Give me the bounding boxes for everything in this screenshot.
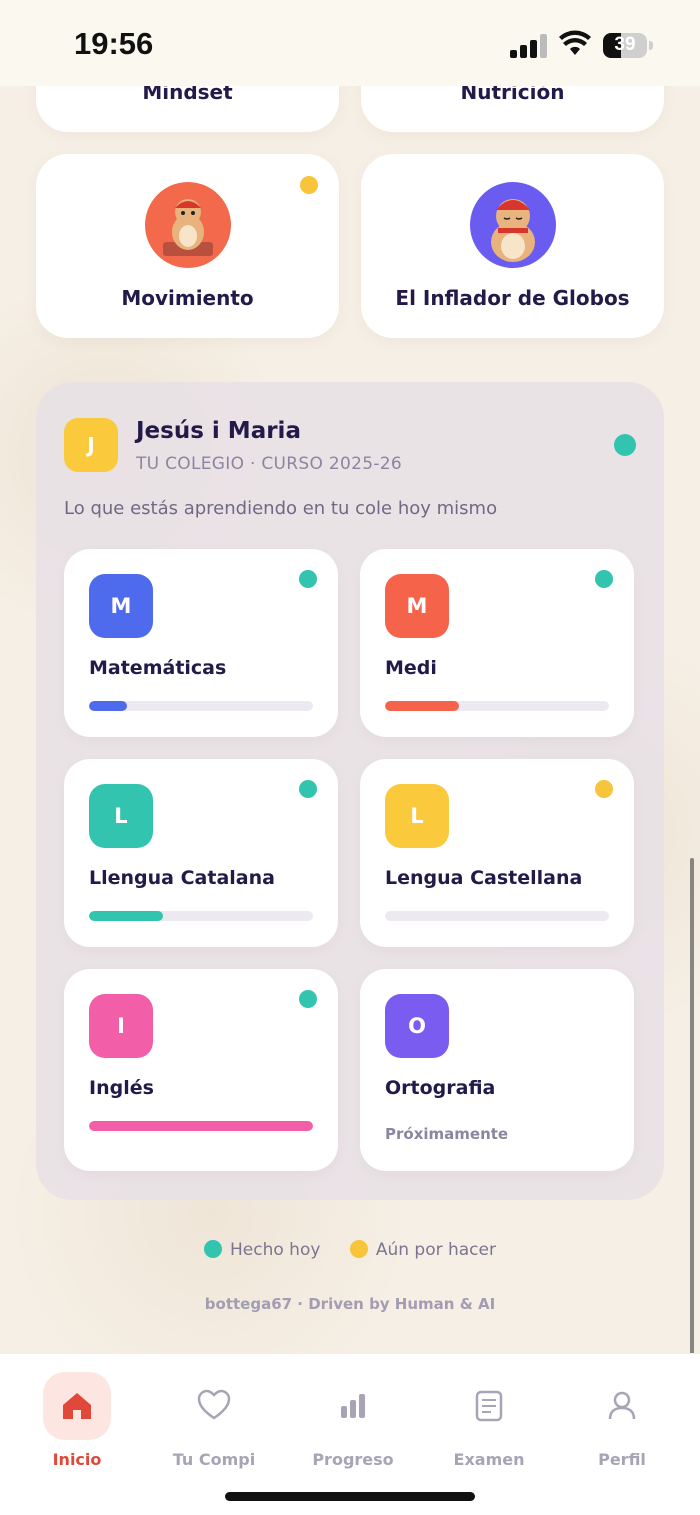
tab-label: Perfil [598, 1450, 646, 1469]
subject-card-ortografia[interactable]: O Ortografia Próximamente [360, 969, 634, 1171]
school-description: Lo que estás aprendiendo en tu cole hoy … [64, 498, 498, 519]
legend-done-label: Hecho hoy [230, 1240, 321, 1260]
subject-card-ingles[interactable]: I Inglés [64, 969, 338, 1171]
school-panel: J Jesús i Maria TU COLEGIO · CURSO 2025-… [36, 382, 664, 1200]
tab-perfil[interactable]: Perfil [567, 1372, 677, 1469]
scrollbar[interactable] [690, 858, 694, 1356]
home-icon [43, 1372, 111, 1440]
tab-inicio[interactable]: Inicio [22, 1372, 132, 1469]
progress-track [89, 701, 313, 711]
tab-label: Inicio [52, 1450, 102, 1469]
subject-card-medi[interactable]: M Medi [360, 549, 634, 737]
card-movimiento[interactable]: Movimiento [36, 154, 339, 338]
subject-letter-badge: M [385, 574, 449, 638]
tab-label: Progreso [312, 1450, 394, 1469]
legend-pending: Aún por hacer [349, 1240, 496, 1260]
subject-letter-badge: I [89, 994, 153, 1058]
progress-bar [385, 701, 459, 711]
subject-letter-badge: L [89, 784, 153, 848]
progress-bar [89, 701, 128, 711]
tab-tu-compi[interactable]: Tu Compi [159, 1372, 269, 1469]
subject-name: Ortografia [385, 1077, 496, 1099]
user-icon [588, 1372, 656, 1440]
bar-chart-icon [319, 1372, 387, 1440]
home-indicator[interactable] [225, 1492, 475, 1501]
progress-bar [89, 1121, 313, 1131]
done-legend-dot [204, 1240, 223, 1258]
tab-bar: Inicio Tu Compi Progreso Examen Perfil [0, 1353, 700, 1515]
progress-track [385, 701, 609, 711]
done-status-dot [614, 434, 636, 456]
tab-progreso[interactable]: Progreso [298, 1372, 408, 1469]
done-status-dot [299, 780, 317, 798]
legend-pending-label: Aún por hacer [375, 1240, 496, 1260]
pending-legend-dot [349, 1240, 368, 1258]
wifi-icon [559, 30, 591, 55]
tab-examen[interactable]: Examen [434, 1372, 544, 1469]
tab-label: Tu Compi [172, 1450, 256, 1469]
document-icon [455, 1372, 523, 1440]
hamster-exercise-avatar [144, 182, 231, 268]
subject-letter-badge: M [89, 574, 153, 638]
legend-done: Hecho hoy [204, 1240, 320, 1260]
card-title: El Inflador de Globos [395, 286, 630, 310]
progress-bar [89, 911, 163, 921]
status-bar: 19:56 39 [0, 0, 700, 86]
subject-name: Matemáticas [89, 657, 227, 679]
subject-name: Lengua Castellana [385, 867, 583, 889]
status-time: 19:56 [74, 26, 154, 61]
battery-icon: 39 [603, 33, 647, 58]
card-inflador-globos[interactable]: El Inflador de Globos [361, 154, 664, 338]
subject-letter-badge: L [385, 784, 449, 848]
subject-name: Inglés [89, 1077, 154, 1099]
pending-status-dot [595, 780, 613, 798]
subject-name: Llengua Catalana [89, 867, 275, 889]
heart-icon [180, 1372, 248, 1440]
subject-letter-badge: O [385, 994, 449, 1058]
status-legend: Hecho hoy Aún por hacer [0, 1240, 700, 1260]
subject-card-llengua-catalana[interactable]: L Llengua Catalana [64, 759, 338, 947]
school-subtitle: TU COLEGIO · CURSO 2025-26 [136, 454, 403, 474]
done-status-dot [299, 570, 317, 588]
progress-track [89, 911, 313, 921]
done-status-dot [299, 990, 317, 1008]
tab-label: Examen [453, 1450, 525, 1469]
school-initial-badge: J [64, 418, 118, 472]
subject-name: Medi [385, 657, 437, 679]
hamster-meditating-avatar [469, 182, 556, 268]
school-name: Jesús i Maria [136, 418, 301, 444]
subject-card-matematicas[interactable]: M Matemáticas [64, 549, 338, 737]
footer-credit: bottega67 · Driven by Human & AI [204, 1295, 496, 1313]
signal-icon [510, 34, 548, 58]
progress-track [385, 911, 609, 921]
done-status-dot [595, 570, 613, 588]
progress-track [89, 1121, 313, 1131]
battery-level: 39 [614, 34, 636, 55]
coming-soon-label: Próximamente [385, 1125, 509, 1143]
subject-card-lengua-castellana[interactable]: L Lengua Castellana [360, 759, 634, 947]
pending-status-dot [300, 176, 318, 194]
card-title: Movimiento [121, 286, 254, 310]
